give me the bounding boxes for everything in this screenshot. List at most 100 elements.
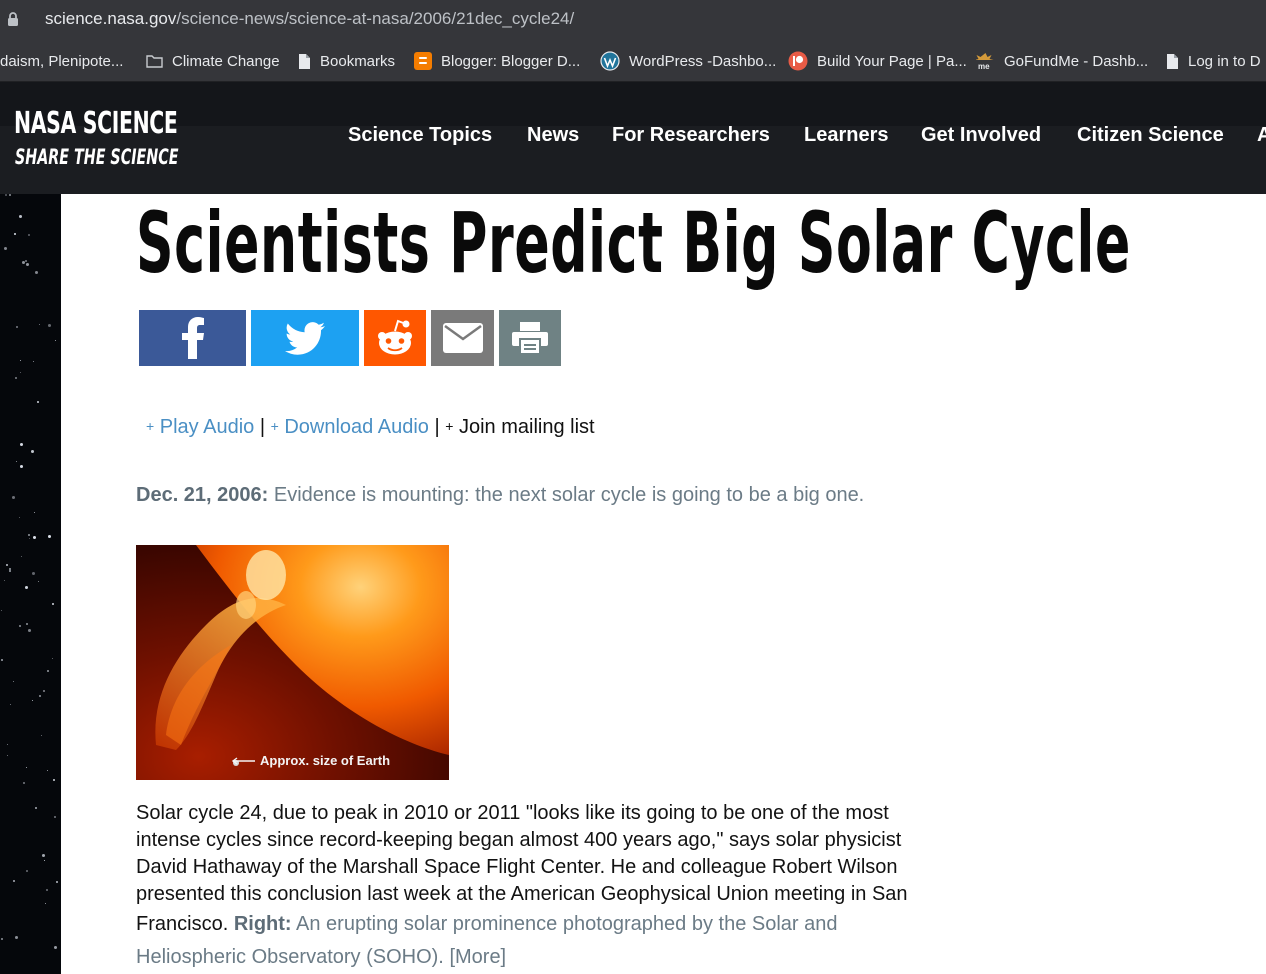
page-icon xyxy=(299,53,310,69)
star xyxy=(21,556,22,557)
share-twitter-button[interactable] xyxy=(251,310,359,366)
url-text[interactable]: science.nasa.gov/science-news/science-at… xyxy=(45,9,574,29)
star xyxy=(28,534,30,536)
star xyxy=(7,744,8,745)
star xyxy=(10,704,11,705)
nav-learners[interactable]: Learners xyxy=(804,124,889,152)
star xyxy=(1,938,3,940)
nav-overflow-item[interactable]: A xyxy=(1257,124,1266,152)
bookmark-label: daism, Plenipote... xyxy=(0,52,124,70)
star xyxy=(56,881,58,883)
bookmark-gofundme[interactable]: me GoFundMe - Dashb... xyxy=(976,50,1148,72)
star xyxy=(23,782,25,784)
star xyxy=(7,755,8,756)
star xyxy=(48,324,51,327)
solar-prominence-photo[interactable]: Approx. size of Earth xyxy=(136,545,449,780)
nav-news[interactable]: News xyxy=(527,124,579,152)
bookmark-label: GoFundMe - Dashb... xyxy=(1004,52,1149,70)
article-dateline: Dec. 21, 2006: Evidence is mounting: the… xyxy=(136,484,864,507)
blogger-icon xyxy=(414,52,432,70)
bookmark-patreon[interactable]: Build Your Page | Pa... xyxy=(788,50,967,72)
gofundme-icon: me xyxy=(976,53,994,70)
twitter-icon xyxy=(285,321,325,355)
star xyxy=(32,572,35,575)
folder-icon xyxy=(146,55,163,68)
star xyxy=(19,625,21,627)
play-audio-link[interactable]: + Play Audio xyxy=(146,416,254,438)
url-path: /science-news/science-at-nasa/2006/21dec… xyxy=(176,9,575,28)
star xyxy=(52,658,53,659)
share-print-button[interactable] xyxy=(499,310,561,366)
body-line: intense cycles since record-keeping bega… xyxy=(136,829,902,851)
share-email-button[interactable] xyxy=(431,310,494,366)
bookmark-label: Build Your Page | Pa... xyxy=(817,52,967,70)
star xyxy=(42,854,45,857)
separator: | xyxy=(259,416,266,438)
nav-for-researchers[interactable]: For Researchers xyxy=(612,124,770,152)
bookmark-wordpress[interactable]: WordPress -Dashbo... xyxy=(600,50,776,72)
bookmark-log-in[interactable]: Log in to D xyxy=(1166,50,1261,72)
audio-links-row: + Play Audio | + Download Audio | + Join… xyxy=(146,416,595,439)
star xyxy=(9,568,11,570)
header-top-band xyxy=(0,82,1266,126)
download-audio-link[interactable]: + Download Audio xyxy=(271,416,429,438)
nav-citizen-science[interactable]: Citizen Science xyxy=(1077,124,1224,152)
sun-image xyxy=(136,545,449,780)
join-mailing-list-link[interactable]: + Join mailing list xyxy=(445,416,594,438)
star xyxy=(20,465,23,468)
star xyxy=(33,361,34,362)
star xyxy=(6,564,8,566)
caption-text: Heliospheric Observatory (SOHO). xyxy=(136,946,444,968)
star xyxy=(13,880,15,882)
star xyxy=(35,807,37,809)
lock-icon xyxy=(8,12,18,26)
star xyxy=(47,770,48,771)
browser-address-bar[interactable]: science.nasa.gov/science-news/science-at… xyxy=(0,0,1266,40)
star xyxy=(47,670,49,672)
star xyxy=(1,659,3,661)
star xyxy=(31,450,34,453)
envelope-icon xyxy=(442,323,483,353)
wordpress-icon xyxy=(600,51,620,71)
caption-line: Heliospheric Observatory (SOHO). [More] xyxy=(136,941,966,974)
more-link[interactable]: [More] xyxy=(449,946,506,968)
body-line: David Hathaway of the Marshall Space Fli… xyxy=(136,856,898,878)
bookmark-folder-bookmarks[interactable]: Bookmarks xyxy=(298,50,395,72)
bookmark-label: Blogger: Blogger D... xyxy=(441,52,581,70)
star xyxy=(14,233,16,235)
star xyxy=(35,271,38,274)
article-lede: Evidence is mounting: the next solar cyc… xyxy=(273,484,865,506)
article-date: Dec. 21, 2006: xyxy=(136,484,269,506)
star xyxy=(55,340,56,341)
body-last-word: Francisco. xyxy=(136,913,229,935)
nav-get-involved[interactable]: Get Involved xyxy=(921,124,1041,152)
separator: | xyxy=(434,416,440,438)
star xyxy=(41,735,42,736)
share-reddit-button[interactable] xyxy=(364,310,426,366)
article-title: Scientists Predict Big Solar Cycle xyxy=(136,194,1131,292)
star xyxy=(15,936,18,939)
caption-label: Right: xyxy=(233,913,292,935)
bookmark-folder-climate-change[interactable]: Climate Change xyxy=(146,50,280,72)
body-line: presented this conclusion last week at t… xyxy=(136,883,908,905)
star xyxy=(28,629,31,632)
share-facebook-button[interactable] xyxy=(139,310,246,366)
bookmark-label: Log in to D xyxy=(1188,52,1261,70)
site-tagline: SHARE THE SCIENCE xyxy=(15,145,179,169)
star xyxy=(33,536,36,539)
star xyxy=(12,496,15,499)
star xyxy=(1,610,2,611)
facebook-icon xyxy=(181,317,204,359)
star xyxy=(32,700,33,701)
site-logo[interactable]: NASA SCIENCE xyxy=(14,106,178,141)
star xyxy=(45,903,46,904)
nav-science-topics[interactable]: Science Topics xyxy=(348,124,492,152)
bookmark-label: Climate Change xyxy=(172,52,280,70)
star xyxy=(39,324,40,325)
star xyxy=(39,695,41,697)
bookmark-blogger[interactable]: Blogger: Blogger D... xyxy=(414,50,580,72)
star xyxy=(26,623,28,625)
bookmark-item[interactable]: daism, Plenipote... xyxy=(0,50,123,72)
star xyxy=(15,377,17,379)
star xyxy=(19,517,20,518)
